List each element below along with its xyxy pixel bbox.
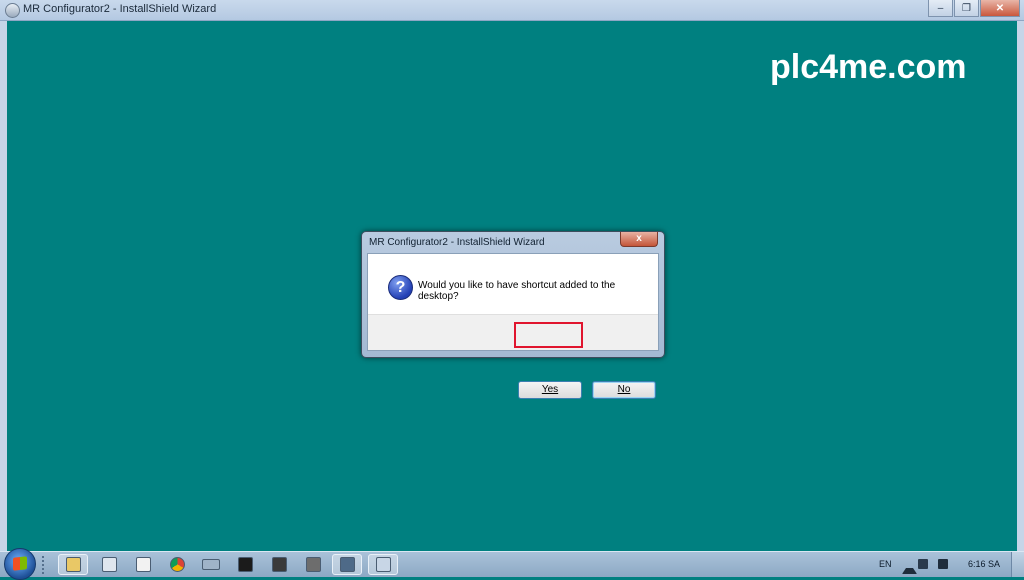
terminal-taskbar-button[interactable] [230,554,260,575]
window-title: MR Configurator2 - InstallShield Wizard [23,3,217,15]
installshield-dialog: MR Configurator2 - InstallShield Wizard … [361,231,665,399]
terminal-icon [237,557,253,572]
monitor-icon [271,557,287,572]
keyboard-icon [202,559,220,570]
close-icon: x [636,233,642,244]
tools-taskbar-button[interactable] [298,554,328,575]
window-title-bar[interactable]: MR Configurator2 - InstallShield Wizard … [0,0,1024,21]
taskbar-grip[interactable] [42,556,48,574]
minimize-button[interactable]: – [928,0,953,17]
network-taskbar-button[interactable] [332,554,362,575]
show-desktop-button[interactable] [1011,552,1024,577]
minimize-icon: – [937,2,944,14]
language-indicator[interactable]: EN [879,559,892,569]
monitor-taskbar-button[interactable] [264,554,294,575]
taskbar: EN 6:16 SA [0,548,1024,580]
yes-button-label: Yes [541,384,559,395]
keyboard-taskbar-button[interactable] [196,554,226,575]
dialog-message: Would you like to have shortcut added to… [418,280,616,302]
document-taskbar-button[interactable] [128,554,158,575]
action-center-icon[interactable] [918,559,928,569]
explorer-taskbar-button[interactable] [58,554,88,575]
windows-logo-icon [13,556,27,571]
installer-taskbar-button[interactable] [368,554,398,575]
notepad-taskbar-button[interactable] [94,554,124,575]
restore-icon: ❐ [962,2,971,14]
window-controls: – ❐ ✕ [927,0,1020,17]
network-icon [339,557,355,572]
tools-icon [305,557,321,572]
chrome-taskbar-button[interactable] [162,554,192,575]
yes-button-highlight [514,322,583,348]
installer-icon [375,557,391,572]
dialog-close-button[interactable]: x [620,232,658,247]
dialog-title: MR Configurator2 - InstallShield Wizard [369,237,545,248]
close-icon: ✕ [995,2,1005,14]
yes-button[interactable]: Yes [518,381,582,399]
network-status-icon[interactable] [938,559,948,569]
restore-button[interactable]: ❐ [954,0,979,17]
close-button[interactable]: ✕ [980,0,1020,17]
notepad-icon [101,557,117,572]
taskbar-clock[interactable]: 6:16 SA [968,559,1000,569]
app-icon [5,3,20,18]
watermark-text: plc4me.com [770,48,967,86]
no-button-label: No [617,384,631,395]
dialog-button-bar: Yes No [368,314,658,399]
no-button[interactable]: No [592,381,656,399]
start-button[interactable] [4,548,36,580]
dialog-body: ? Would you like to have shortcut added … [367,253,659,399]
document-icon [135,557,151,572]
folder-icon [65,557,81,572]
show-hidden-icons-icon[interactable] [902,561,917,574]
question-icon: ? [388,275,413,300]
chrome-icon [169,557,185,572]
